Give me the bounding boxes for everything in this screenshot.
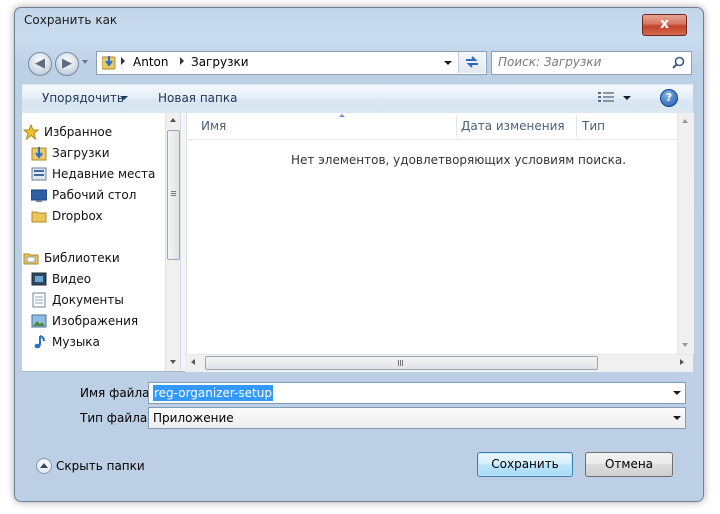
recent-places-icon [31,167,47,181]
empty-message: Нет элементов, удовлетворяющих условиям … [291,153,627,167]
search-box[interactable]: Поиск: Загрузки [491,51,692,75]
chevron-up-icon [40,463,48,468]
column-divider[interactable] [456,115,457,137]
list-vertical-scrollbar[interactable] [677,113,694,354]
pictures-icon [31,314,47,328]
breadcrumb-anton[interactable]: Anton [133,55,168,69]
sidebar-item-pictures[interactable]: Изображения [31,311,138,331]
forward-button[interactable]: ▶ [55,52,79,76]
sidebar-item-dropbox[interactable]: Dropbox [31,206,103,226]
favorites-label: Избранное [44,125,113,139]
grip-icon [171,191,176,192]
back-button[interactable]: ◀ [28,52,52,76]
save-button[interactable]: Сохранить [477,452,573,477]
dropbox-folder-icon [31,211,47,223]
navigation-scrollbar[interactable] [165,113,181,371]
column-type[interactable]: Тип [582,119,605,133]
video-icon [31,272,47,286]
breadcrumb-separator-icon [121,57,125,65]
pane-splitter[interactable] [180,113,187,371]
scroll-up-icon[interactable] [682,119,688,123]
organize-menu[interactable]: Упорядочить [42,91,124,105]
command-toolbar: Упорядочить Новая папка ? [22,84,693,114]
navigation-pane: Избранное Загрузки Недавние места Рабочи… [22,113,180,371]
desktop-icon [31,189,47,202]
filename-label: Имя файла: [80,386,154,400]
filetype-dropdown-icon[interactable] [673,416,681,420]
music-note-icon [34,335,45,349]
sidebar-item-recent-places[interactable]: Недавние места [31,164,155,184]
recent-pages-dropdown-icon[interactable] [82,60,88,64]
scrollbar-thumb[interactable] [205,356,598,370]
scroll-up-icon[interactable] [170,118,176,122]
address-bar[interactable]: Anton Загрузки [96,51,487,75]
new-folder-button[interactable]: Новая папка [158,91,237,105]
scroll-down-icon[interactable] [682,343,688,347]
address-history-dropdown-icon[interactable] [444,61,452,65]
filetype-label: Тип файла: [80,411,152,425]
scroll-right-icon[interactable] [680,359,684,365]
refresh-icon [466,56,478,68]
arrow-left-icon: ◀ [35,56,45,71]
organize-dropdown-icon[interactable] [120,96,128,100]
sidebar-item-desktop[interactable]: Рабочий стол [31,185,136,205]
cancel-button[interactable]: Отмена [585,452,673,477]
sidebar-item-documents[interactable]: Документы [32,290,124,310]
downloads-folder-icon [102,56,116,70]
filename-value[interactable]: reg-organizer-setup [153,385,273,401]
search-icon[interactable] [672,56,685,69]
favorites-group[interactable]: Избранное [23,122,113,142]
hide-folders-toggle[interactable] [36,458,52,474]
window-title: Сохранить как [24,13,118,27]
filename-dropdown-icon[interactable] [673,391,681,395]
grip-icon [398,360,399,366]
documents-icon [32,292,46,308]
hide-folders-button[interactable]: Скрыть папки [56,459,145,473]
sidebar-item-music[interactable]: Музыка [34,332,100,352]
list-horizontal-scrollbar[interactable] [185,354,693,372]
libraries-group[interactable]: Библиотеки [23,248,120,268]
filetype-select[interactable]: Приложение [148,407,686,429]
column-header: Имя Дата изменения Тип [188,113,693,140]
view-details-icon[interactable] [598,92,614,104]
scroll-down-icon[interactable] [170,360,176,364]
column-name[interactable]: Имя [201,119,226,133]
breadcrumb-separator-icon [180,57,184,65]
sidebar-item-video[interactable]: Видео [31,269,91,289]
sort-ascending-icon [339,114,345,117]
scroll-left-icon[interactable] [191,359,195,365]
refresh-button[interactable] [458,52,485,73]
browser-pane: Избранное Загрузки Недавние места Рабочи… [22,113,694,372]
column-date-modified[interactable]: Дата изменения [461,119,565,133]
arrow-right-icon: ▶ [62,56,72,71]
scrollbar-thumb[interactable] [167,130,180,260]
filetype-value: Приложение [153,411,234,425]
sidebar-item-downloads[interactable]: Загрузки [31,143,110,163]
close-button[interactable]: x [642,14,687,36]
libraries-icon [23,253,39,265]
star-icon [23,124,39,140]
libraries-label: Библиотеки [44,251,120,265]
filename-input[interactable]: reg-organizer-setup [148,382,686,404]
help-icon[interactable]: ? [660,89,678,107]
downloads-folder-icon [31,147,47,161]
column-divider[interactable] [576,115,577,137]
breadcrumb-downloads[interactable]: Загрузки [191,55,249,69]
search-placeholder: Поиск: Загрузки [498,55,602,69]
view-dropdown-icon[interactable] [623,96,631,100]
